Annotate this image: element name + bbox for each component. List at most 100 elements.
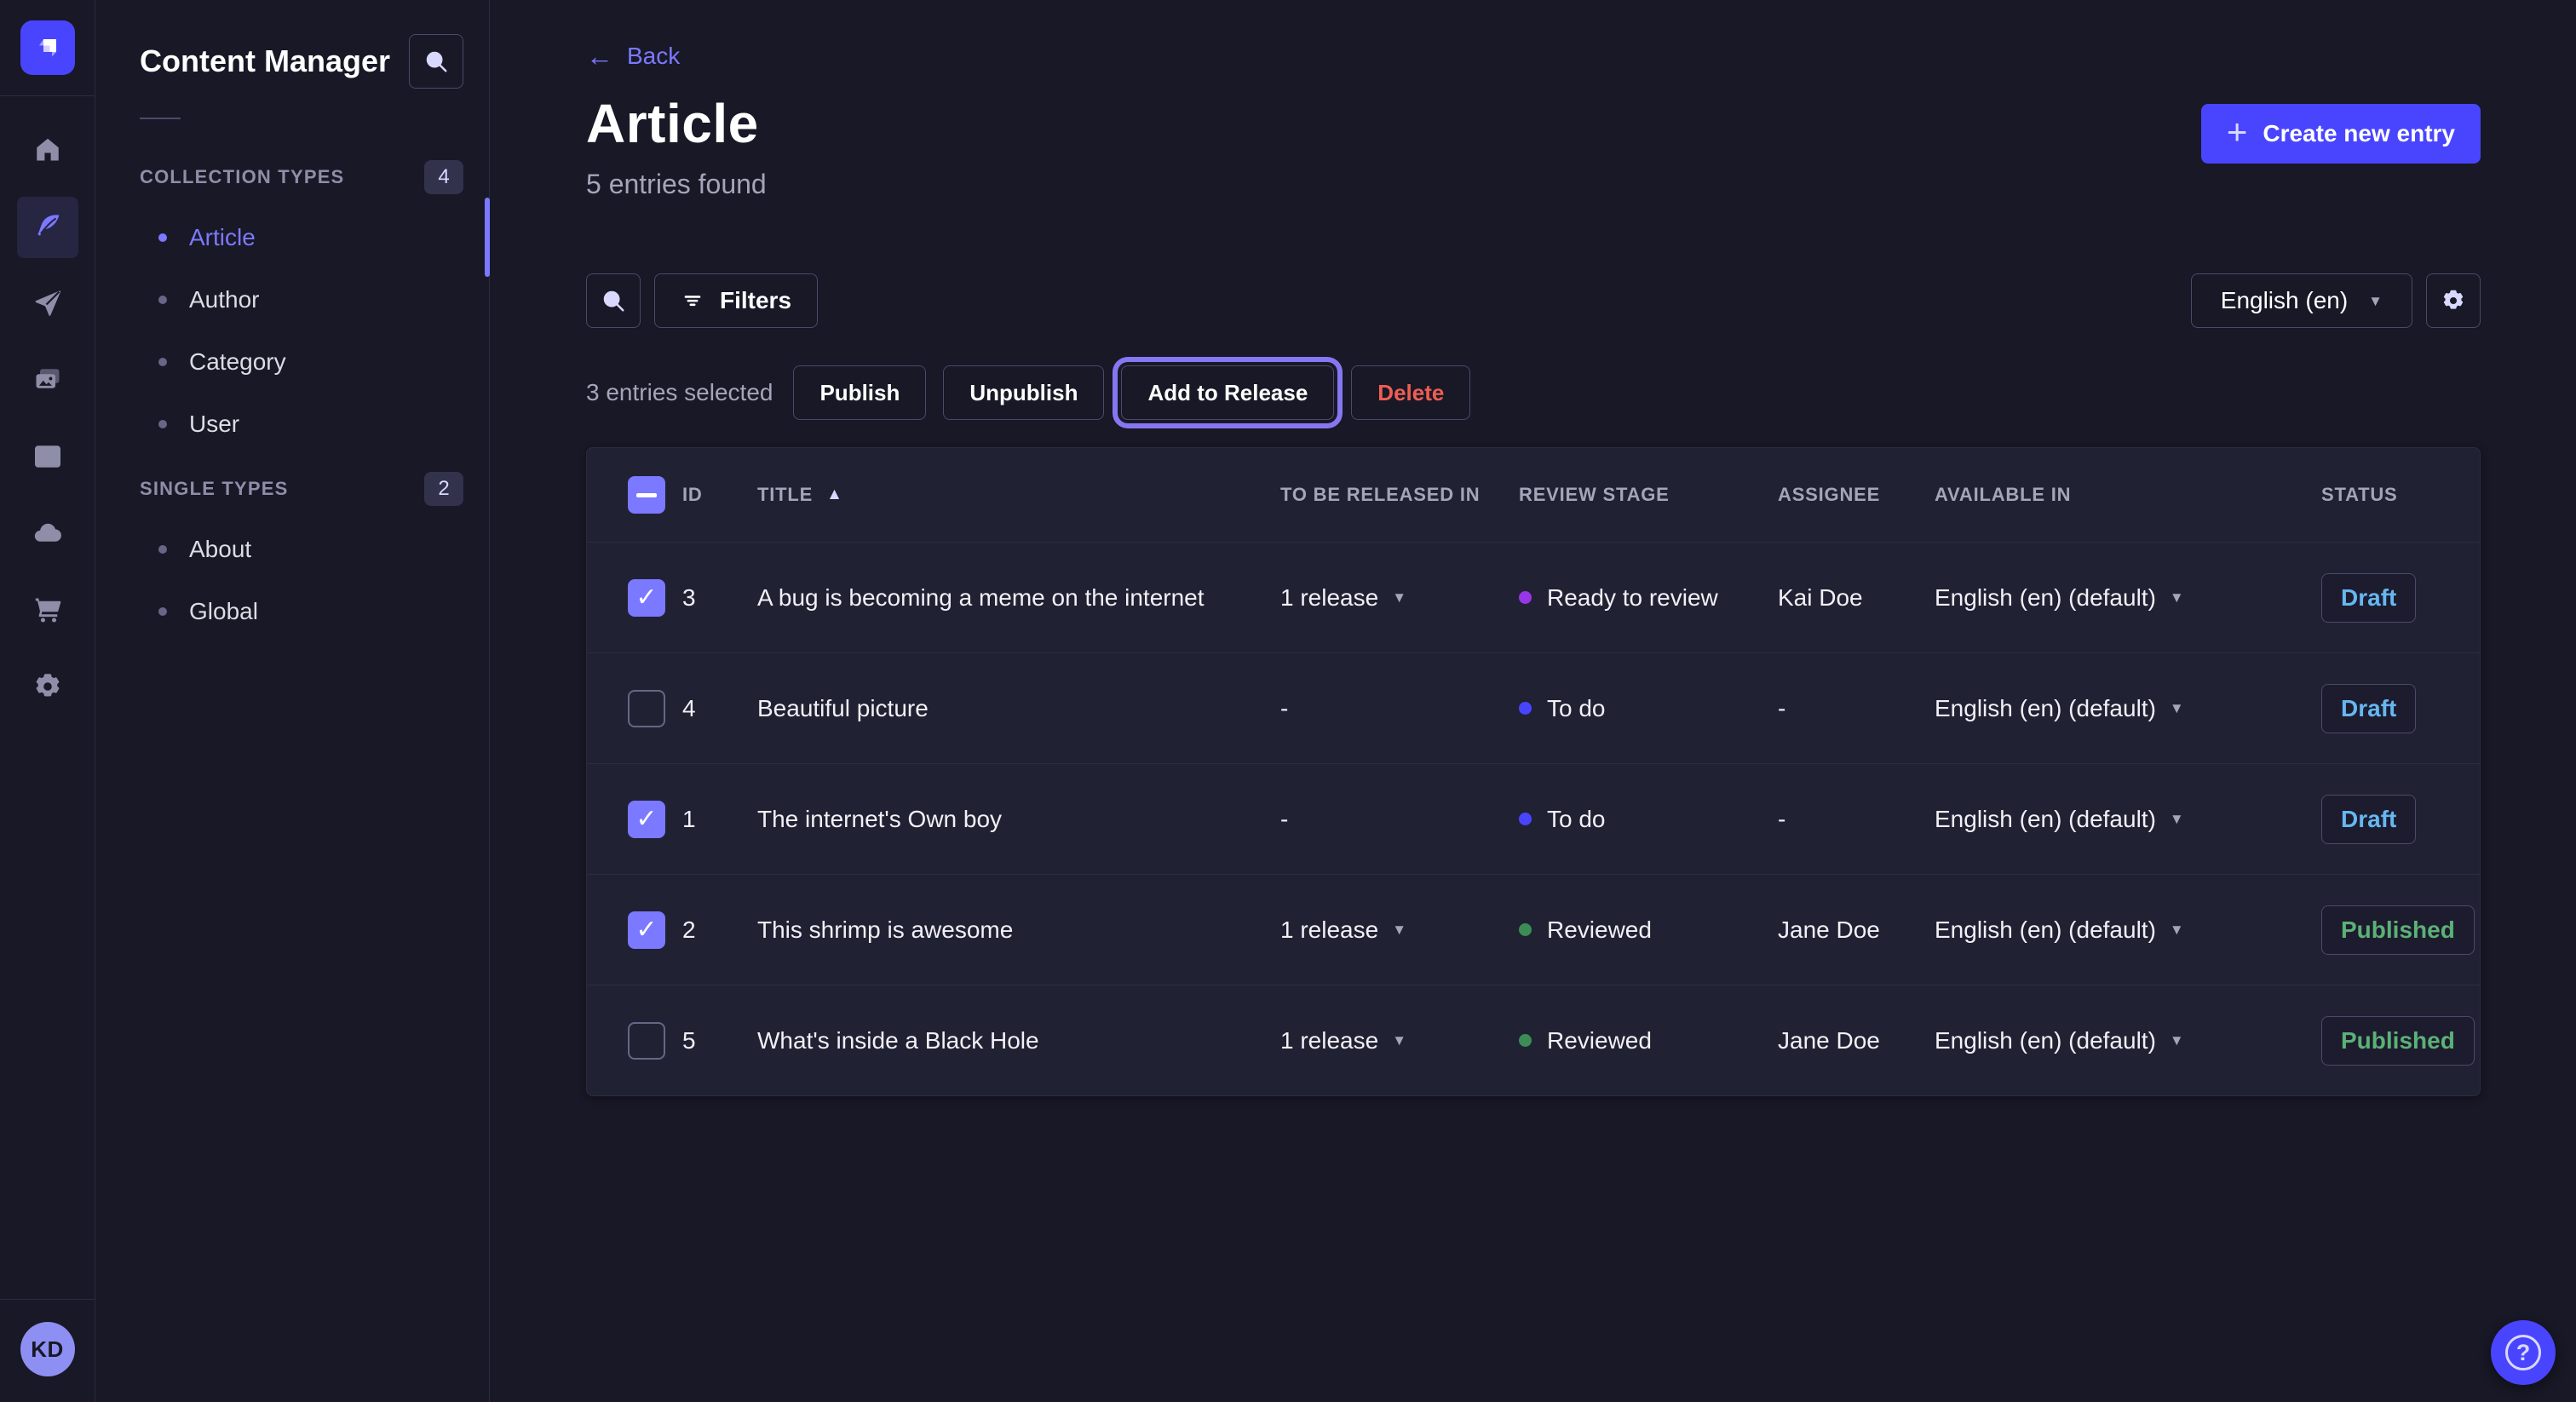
- table-row[interactable]: 5What's inside a Black Hole1 release▼Rev…: [587, 985, 2480, 1095]
- table-row[interactable]: 3A bug is becoming a meme on the interne…: [587, 542, 2480, 652]
- row-checkbox[interactable]: [628, 579, 665, 617]
- release-value: -: [1280, 806, 1288, 833]
- rail-item-content-manager[interactable]: [17, 197, 78, 258]
- column-header-assignee: ASSIGNEE: [1778, 484, 1935, 506]
- table-row[interactable]: 2This shrimp is awesome1 release▼Reviewe…: [587, 874, 2480, 985]
- cell-assignee: Jane Doe: [1778, 1027, 1935, 1054]
- row-checkbox[interactable]: [628, 690, 665, 727]
- user-avatar[interactable]: KD: [20, 1322, 75, 1376]
- bullet-icon: [158, 296, 167, 304]
- cloud-icon: [32, 518, 63, 551]
- selection-actions: Publish Unpublish Add to Release Delete: [793, 365, 1470, 420]
- section-header: SINGLE TYPES2: [95, 460, 489, 518]
- toolbar: Filters English (en) ▼: [586, 273, 2481, 328]
- publish-button[interactable]: Publish: [793, 365, 926, 420]
- cell-available-in[interactable]: English (en) (default)▼: [1935, 916, 2321, 944]
- sidebar-item-global[interactable]: Global: [95, 580, 489, 642]
- page-title: Article: [586, 92, 767, 155]
- page-header: Article 5 entries found + Create new ent…: [586, 92, 2481, 200]
- filters-label: Filters: [720, 287, 791, 314]
- rail-item-send[interactable]: [17, 273, 78, 335]
- add-to-release-button[interactable]: Add to Release: [1121, 365, 1334, 420]
- select-all-checkbox[interactable]: [628, 476, 665, 514]
- cell-to-be-released-in[interactable]: 1 release▼: [1280, 1027, 1519, 1054]
- section-count-badge: 4: [424, 160, 463, 194]
- search-icon: [601, 288, 626, 313]
- row-checkbox[interactable]: [628, 801, 665, 838]
- cell-to-be-released-in[interactable]: 1 release▼: [1280, 584, 1519, 612]
- status-badge: Draft: [2321, 573, 2416, 623]
- chevron-down-icon: ▼: [1392, 922, 1406, 937]
- cell-assignee: -: [1778, 806, 1935, 833]
- cell-id: 2: [682, 916, 757, 944]
- cell-review-stage: Reviewed: [1519, 916, 1778, 944]
- strapi-logo[interactable]: [20, 20, 75, 75]
- sidebar-item-user[interactable]: User: [95, 393, 489, 455]
- section-label: COLLECTION TYPES: [140, 166, 344, 188]
- stage-label: Reviewed: [1547, 1027, 1652, 1054]
- sidebar-item-about[interactable]: About: [95, 518, 489, 580]
- table-row[interactable]: 1The internet's Own boy-To do-English (e…: [587, 763, 2480, 874]
- selection-count: 3 entries selected: [586, 379, 773, 406]
- chevron-down-icon: ▼: [2170, 1033, 2184, 1048]
- chevron-down-icon: ▼: [2368, 294, 2383, 308]
- filters-button[interactable]: Filters: [654, 273, 818, 328]
- row-checkbox[interactable]: [628, 1022, 665, 1060]
- send-icon: [32, 288, 63, 321]
- rail-item-cloud[interactable]: [17, 503, 78, 565]
- content-manager-icon: [32, 211, 63, 244]
- sidebar-search-button[interactable]: [409, 34, 463, 89]
- cell-review-stage: Reviewed: [1519, 1027, 1778, 1054]
- unpublish-button[interactable]: Unpublish: [943, 365, 1104, 420]
- rail-item-home[interactable]: [17, 120, 78, 181]
- column-header-to-be-released-in: TO BE RELEASED IN: [1280, 484, 1519, 506]
- cell-assignee: -: [1778, 695, 1935, 722]
- cell-title: A bug is becoming a meme on the internet: [757, 584, 1280, 612]
- stage-dot-icon: [1519, 591, 1532, 604]
- sidebar-item-article[interactable]: Article: [95, 206, 489, 268]
- bullet-icon: [158, 420, 167, 428]
- back-link[interactable]: ← Back: [586, 43, 680, 70]
- rail-item-media-library[interactable]: [17, 350, 78, 411]
- entries-count: 5 entries found: [586, 169, 767, 200]
- sidebar-item-label: Category: [189, 348, 286, 376]
- sidebar-item-category[interactable]: Category: [95, 330, 489, 393]
- cell-to-be-released-in[interactable]: 1 release▼: [1280, 916, 1519, 944]
- rail-item-layout[interactable]: [17, 427, 78, 488]
- sidebar-title: Content Manager: [140, 43, 390, 79]
- column-header-title[interactable]: TITLE ▲: [757, 484, 1280, 506]
- cell-available-in[interactable]: English (en) (default)▼: [1935, 806, 2321, 833]
- rail-item-settings[interactable]: [17, 657, 78, 718]
- bullet-icon: [158, 545, 167, 554]
- help-button[interactable]: ?: [2491, 1320, 2556, 1385]
- cell-title: The internet's Own boy: [757, 806, 1280, 833]
- cell-available-in[interactable]: English (en) (default)▼: [1935, 584, 2321, 612]
- locale-value: English (en) (default): [1935, 916, 2156, 944]
- cell-id: 1: [682, 806, 757, 833]
- cell-to-be-released-in: -: [1280, 806, 1519, 833]
- search-button[interactable]: [586, 273, 641, 328]
- create-entry-button[interactable]: + Create new entry: [2201, 104, 2481, 164]
- divider: [140, 118, 181, 119]
- rail-bottom: KD: [0, 1299, 95, 1402]
- view-settings-button[interactable]: [2426, 273, 2481, 328]
- cell-title: What's inside a Black Hole: [757, 1027, 1280, 1054]
- stage-label: Reviewed: [1547, 916, 1652, 944]
- cell-available-in[interactable]: English (en) (default)▼: [1935, 695, 2321, 722]
- locale-select[interactable]: English (en) ▼: [2191, 273, 2412, 328]
- sidebar-sections: COLLECTION TYPES 4 ArticleAuthor Category Us…: [95, 148, 489, 642]
- create-entry-label: Create new entry: [2263, 120, 2455, 147]
- table-body: 3A bug is becoming a meme on the interne…: [587, 542, 2480, 1095]
- row-checkbox[interactable]: [628, 911, 665, 949]
- column-header-status: STATUS: [2321, 484, 2480, 506]
- cell-available-in[interactable]: English (en) (default)▼: [1935, 1027, 2321, 1054]
- locale-value: English (en) (default): [1935, 806, 2156, 833]
- sidebar-item-author[interactable]: Author: [95, 268, 489, 330]
- locale-value: English (en) (default): [1935, 584, 2156, 612]
- table-row[interactable]: 4Beautiful picture-To do-English (en) (d…: [587, 652, 2480, 763]
- locale-value: English (en): [2221, 287, 2348, 314]
- delete-button[interactable]: Delete: [1351, 365, 1470, 420]
- rail-item-cart[interactable]: [17, 580, 78, 641]
- column-header-available-in: AVAILABLE IN: [1935, 484, 2321, 506]
- stage-dot-icon: [1519, 813, 1532, 825]
